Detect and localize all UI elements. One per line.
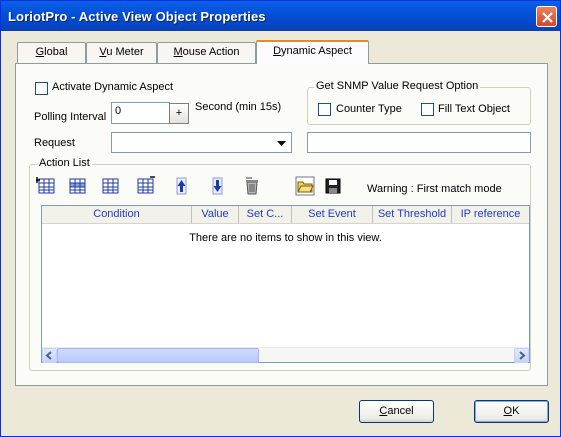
trash-button[interactable] [240,174,264,198]
add-row-button[interactable] [34,174,58,198]
tab-dynamic-aspect[interactable]: Dynamic Aspect [256,40,369,64]
edit-row-icon [102,178,119,194]
insert-row-button[interactable] [65,174,89,198]
scroll-thumb[interactable] [57,348,259,363]
tab-vu-meter[interactable]: Vu Meter [86,42,157,63]
snmp-option-group-label: Get SNMP Value Request Option [314,80,481,92]
counter-type-label: Counter Type [336,103,402,115]
action-list-group-label: Action List [37,157,92,169]
chevron-down-icon [277,141,286,146]
request-combobox[interactable] [111,132,292,153]
save-button[interactable] [321,174,345,198]
open-folder-button[interactable] [293,174,317,198]
open-folder-icon [295,176,315,196]
polling-interval-label: Polling Interval [34,111,107,123]
action-list-view[interactable]: Condition Value Set C... Set Event Set T… [41,205,530,363]
delete-row-icon [137,176,155,194]
title-bar[interactable]: LoriotPro - Active View Object Propertie… [1,1,560,31]
move-up-icon [176,177,187,195]
fill-text-object-label: Fill Text Object [438,103,510,115]
cancel-button-label: Cancel [379,405,414,417]
column-header-set-color[interactable]: Set C... [239,206,292,224]
ok-button-label: OK [503,405,520,417]
activate-dynamic-label: Activate Dynamic Aspect [52,81,174,93]
close-button[interactable] [536,6,557,27]
insert-row-icon [69,178,86,194]
move-up-button[interactable] [169,174,193,198]
activate-dynamic-checkbox[interactable] [35,82,48,95]
save-icon [325,178,341,194]
move-down-button[interactable] [205,174,229,198]
polling-interval-input[interactable]: 0 [111,102,170,124]
edit-row-button[interactable] [98,174,122,198]
match-mode-warning: Warning : First match mode [367,183,502,195]
scroll-left-button[interactable] [42,348,57,363]
column-header-ip-reference[interactable]: IP reference [452,206,529,224]
empty-list-message: There are no items to show in this view. [189,232,382,244]
ok-button[interactable]: OK [474,400,549,423]
fill-text-object-checkbox[interactable] [421,103,434,116]
close-icon [542,12,553,23]
tab-vu-meter-label: Vu Meter [99,46,144,58]
tab-mouse-action-label: Mouse Action [173,46,240,58]
scroll-right-button[interactable] [514,348,529,363]
cancel-button[interactable]: Cancel [359,400,434,423]
counter-type-checkbox[interactable] [318,103,331,116]
tab-global-label: Global [35,46,68,58]
add-row-icon [36,177,55,194]
seconds-label: Second (min 15s) [195,101,282,113]
chevron-left-icon [45,351,52,360]
move-down-icon [212,177,223,195]
delete-row-button[interactable] [133,174,157,198]
tab-global[interactable]: Global [17,42,86,63]
column-header-set-threshold[interactable]: Set Threshold [373,206,452,224]
request-dropdown-button[interactable] [273,134,290,152]
request-text-input[interactable] [307,132,531,153]
tab-dynamic-aspect-label: Dynamic Aspect [273,45,352,57]
horizontal-scrollbar[interactable] [42,347,529,363]
tab-mouse-action[interactable]: Mouse Action [157,42,256,63]
column-header-condition[interactable]: Condition [42,206,192,224]
chevron-right-icon [519,351,526,360]
column-header-value[interactable]: Value [192,206,239,224]
trash-icon [246,177,258,195]
polling-increment-button[interactable]: + [169,103,189,124]
column-header-set-event[interactable]: Set Event [292,206,373,224]
dialog-window: LoriotPro - Active View Object Propertie… [0,0,561,437]
window-title: LoriotPro - Active View Object Propertie… [8,9,266,24]
request-label: Request [34,137,75,149]
